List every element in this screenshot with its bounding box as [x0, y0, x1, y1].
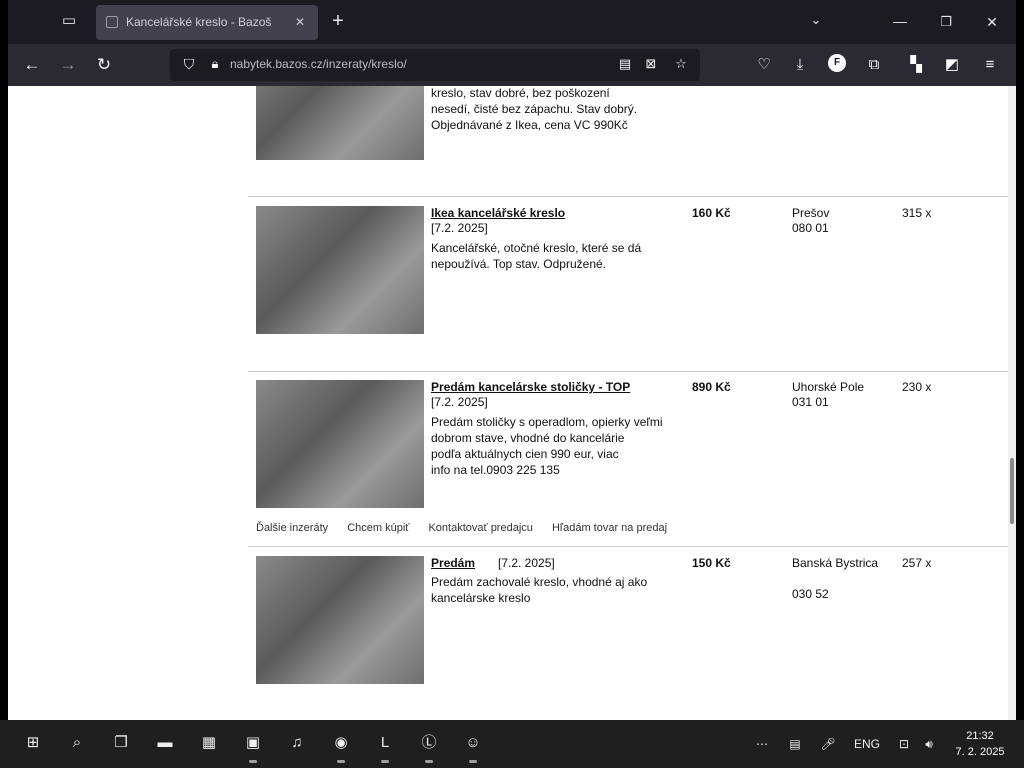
- new-tab-button[interactable]: +: [326, 10, 350, 34]
- store-icon[interactable]: ▦: [194, 728, 224, 758]
- listing-views: 315 x: [902, 206, 932, 220]
- reader-view-icon[interactable]: ▤: [616, 56, 634, 74]
- listing-desc-line: Predám zachovalé kreslo, vhodné aj ako: [431, 575, 648, 589]
- listing-desc-line: kreslo, stav dobré, bez poškození: [431, 86, 610, 100]
- language-indicator[interactable]: ENG: [850, 734, 884, 754]
- extension-icon-1[interactable]: ▚: [904, 53, 928, 77]
- listing-desc-line: Objednávané z Ikea, cena VC 990Kč: [431, 118, 628, 132]
- maximize-button[interactable]: ❐: [934, 10, 958, 34]
- listing-extra-links: Ďalšie inzeráty Chcem kúpiť Kontaktovať …: [256, 522, 776, 534]
- tray-icon[interactable]: ▤: [784, 734, 806, 754]
- scrollbar-thumb[interactable]: [1010, 458, 1014, 524]
- clock-time: 21:32: [966, 730, 994, 742]
- listing-thumbnail[interactable]: [256, 380, 424, 508]
- reload-button[interactable]: ↻: [92, 53, 116, 77]
- translate-icon[interactable]: ⊠: [642, 56, 660, 74]
- listing-date: [7.2. 2025]: [431, 395, 488, 409]
- divider: [248, 371, 1008, 372]
- extra-link[interactable]: Hľadám tovar na predaj: [552, 522, 667, 534]
- lock-icon[interactable]: 🔒︎: [206, 56, 224, 74]
- volume-icon[interactable]: 🔊︎: [918, 734, 940, 754]
- divider: [248, 196, 1008, 197]
- extensions-icon[interactable]: ⧉: [862, 53, 886, 77]
- star-icon[interactable]: ☆: [672, 56, 690, 74]
- listing-desc-line: info na tel.0903 225 135: [431, 463, 560, 477]
- network-icon[interactable]: ⊡: [894, 734, 914, 754]
- listing-desc-line: nepoužívá. Top stav. Odpružené.: [431, 257, 607, 271]
- chevron-down-icon[interactable]: ⌄: [806, 12, 826, 32]
- app-icon-l[interactable]: L: [370, 728, 400, 763]
- listing-postcode: 080 01: [792, 221, 829, 235]
- extra-link[interactable]: Kontaktovať predajcu: [428, 522, 532, 534]
- listing-date: [7.2. 2025]: [498, 556, 555, 570]
- listing-location: Uhorské Pole: [792, 380, 865, 394]
- url-bar[interactable]: ⛉ 🔒︎ nabytek.bazos.cz/inzeraty/kreslo/ ▤…: [170, 49, 700, 81]
- navigation-toolbar: ← → ↻ ⛉ 🔒︎ nabytek.bazos.cz/inzeraty/kre…: [8, 44, 1016, 86]
- profile-icon[interactable]: F: [828, 54, 846, 72]
- listing-price: 150 Kč: [692, 556, 731, 570]
- app-icon-l2[interactable]: Ⓛ: [414, 728, 444, 763]
- listing-thumbnail[interactable]: [256, 556, 424, 684]
- listing-desc-line: dobrom stave, vhodné do kancelárie: [431, 431, 625, 445]
- taskbar: ⊞ ⌕ ❐ ▬ ▦ ▣ ♫ ◉ L Ⓛ ☺ ⋯ ▤ 🎤︎ ENG ⊡ 🔊︎ 21…: [0, 720, 1024, 768]
- minimize-button[interactable]: —: [888, 10, 912, 34]
- listing-desc-line: Predám stoličky s operadlom, opierky veľ…: [431, 415, 663, 429]
- download-icon[interactable]: ⤓: [788, 53, 812, 77]
- listing-title[interactable]: Ikea kancelářské kreslo: [431, 206, 681, 221]
- tray-icon[interactable]: ⋯: [752, 734, 772, 754]
- start-icon[interactable]: ⊞: [18, 728, 48, 758]
- listing-title[interactable]: Predám kancelárske stoličky - TOP: [431, 380, 681, 395]
- listing-desc-line: nesedí, čisté bez zápachu. Stav dobrý.: [431, 102, 638, 116]
- extension-icon-2[interactable]: ◩: [940, 53, 964, 77]
- listing-desc-line: podľa aktuálnych cien 990 eur, viac: [431, 447, 619, 461]
- listing-price: 890 Kč: [692, 380, 731, 394]
- app-icon[interactable]: ▣: [238, 728, 268, 763]
- pocket-icon[interactable]: ♡: [752, 53, 776, 77]
- listing-views: 230 x: [902, 380, 932, 394]
- listing-postcode: 031 01: [792, 395, 829, 409]
- listing-views: 257 x: [902, 556, 932, 570]
- file-explorer-icon[interactable]: ▬: [150, 728, 180, 758]
- listing-thumbnail[interactable]: [256, 86, 424, 160]
- listing-thumbnail[interactable]: [256, 206, 424, 334]
- discord-icon[interactable]: ☺: [458, 728, 488, 763]
- tab-close-icon[interactable]: ✕: [292, 14, 308, 30]
- listing-location: Banská Bystrica: [792, 556, 879, 570]
- task-view-icon[interactable]: ❐: [106, 728, 136, 758]
- tab-active[interactable]: Kancelářské kreslo - Bazoš ✕: [96, 5, 318, 40]
- listing-price: 160 Kč: [692, 206, 731, 220]
- web-page-content: kreslo, stav dobré, bez poškození nesedí…: [8, 86, 1016, 720]
- search-icon[interactable]: ⌕: [62, 728, 92, 758]
- listing-postcode: 030 52: [792, 587, 829, 601]
- forward-button[interactable]: →: [56, 53, 80, 77]
- tab-strip: ▭ Kancelářské kreslo - Bazoš ✕ + ⌄ — ❐ ✕: [8, 0, 1016, 44]
- divider: [248, 546, 1008, 547]
- browser-window: ▭ Kancelářské kreslo - Bazoš ✕ + ⌄ — ❐ ✕…: [8, 0, 1016, 720]
- shield-icon[interactable]: ⛉: [180, 56, 198, 74]
- clock[interactable]: 21:32 7. 2. 2025: [944, 728, 1016, 760]
- listing-date: [7.2. 2025]: [431, 221, 488, 235]
- back-button[interactable]: ←: [20, 53, 44, 77]
- microphone-icon[interactable]: 🎤︎: [818, 734, 838, 754]
- extra-link[interactable]: Chcem kúpiť: [347, 522, 409, 534]
- tab-title: Kancelářské kreslo - Bazoš: [126, 15, 272, 29]
- url-text[interactable]: nabytek.bazos.cz/inzeraty/kreslo/: [230, 57, 450, 71]
- listing-desc-line: Kancelářské, otočné kreslo, které se dá: [431, 241, 642, 255]
- scrollbar-track[interactable]: [1008, 86, 1016, 720]
- music-icon[interactable]: ♫: [282, 728, 312, 758]
- tab-list-icon[interactable]: ▭: [58, 10, 80, 32]
- extra-link[interactable]: Ďalšie inzeráty: [256, 522, 328, 534]
- listing-location: Prešov: [792, 206, 830, 220]
- close-window-button[interactable]: ✕: [980, 10, 1004, 34]
- clock-date: 7. 2. 2025: [955, 746, 1005, 758]
- hamburger-icon[interactable]: ≡: [978, 53, 1002, 77]
- desktop-screen: ▭ Kancelářské kreslo - Bazoš ✕ + ⌄ — ❐ ✕…: [0, 0, 1024, 768]
- listing-title[interactable]: Predám: [431, 556, 491, 571]
- favicon-icon: [106, 16, 118, 28]
- firefox-icon[interactable]: ◉: [326, 728, 356, 763]
- listing-desc-line: kancelárske kreslo: [431, 591, 531, 605]
